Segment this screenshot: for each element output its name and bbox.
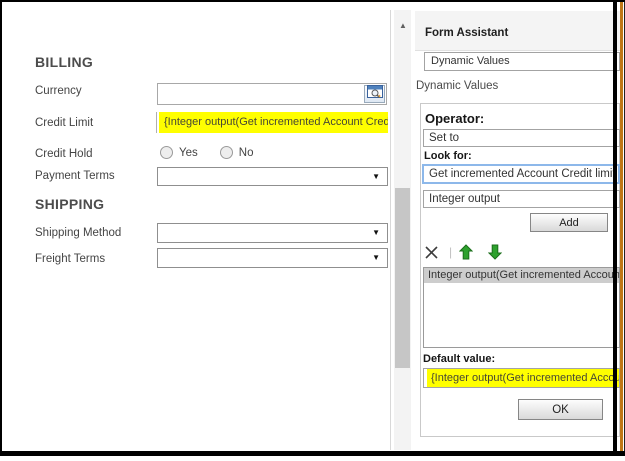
credit-limit-label: Credit Limit	[35, 117, 93, 129]
chevron-down-icon: ▼	[372, 254, 380, 262]
dynamic-values-section-label: Dynamic Values	[416, 80, 498, 92]
dynamic-values-listbox[interactable]: Integer output(Get incremented Account	[423, 267, 620, 348]
lookup-icon	[367, 85, 383, 104]
crm-form-editor-screen: BILLING Currency Credit Limit {Integer o…	[0, 0, 625, 461]
look-for-dropdown[interactable]: Get incremented Account Credit limit	[422, 164, 620, 184]
freight-terms-dropdown[interactable]: ▼	[157, 248, 388, 268]
credit-hold-no-radio[interactable]	[220, 146, 233, 159]
toolbar-divider: |	[449, 245, 452, 259]
billing-section-title: BILLING	[35, 54, 93, 70]
list-toolbar: |	[424, 242, 502, 262]
form-scrollbar-thumb[interactable]	[395, 188, 410, 368]
operator-dropdown[interactable]: Set to	[423, 129, 620, 147]
chevron-down-icon: ▼	[372, 173, 380, 181]
window-border-left	[0, 0, 2, 455]
lookup-button[interactable]	[364, 85, 385, 103]
chevron-down-icon: ▼	[372, 229, 380, 237]
window-border-top	[0, 0, 625, 2]
scrollbar-up-icon[interactable]: ▲	[399, 22, 407, 30]
credit-hold-yes-radio[interactable]	[160, 146, 173, 159]
payment-terms-dropdown[interactable]: ▼	[157, 167, 388, 186]
default-value-field[interactable]: {Integer output(Get incremented Accou	[423, 368, 620, 388]
window-edge-accent	[620, 2, 623, 451]
window-border-right	[613, 2, 617, 451]
shipping-section-title: SHIPPING	[35, 196, 104, 212]
move-down-icon[interactable]	[488, 244, 502, 260]
shipping-method-label: Shipping Method	[35, 227, 121, 239]
delete-icon[interactable]	[424, 245, 439, 260]
look-for-label: Look for:	[424, 150, 472, 162]
form-assistant-title: Form Assistant	[425, 27, 508, 39]
credit-hold-no-label: No	[239, 147, 254, 159]
operator-label: Operator:	[425, 111, 484, 126]
look-for-attribute-dropdown[interactable]: Integer output	[423, 190, 620, 208]
currency-input[interactable]	[157, 83, 387, 105]
assistant-view-selector[interactable]: Dynamic Values	[424, 52, 620, 71]
panel-divider	[390, 10, 391, 450]
default-value-text: {Integer output(Get incremented Accou	[427, 369, 619, 387]
move-up-icon[interactable]	[459, 244, 473, 260]
credit-hold-radio-group: Yes No	[160, 146, 269, 159]
credit-hold-yes-label: Yes	[179, 147, 198, 159]
window-border-bottom	[0, 451, 625, 456]
credit-limit-value: {Integer output(Get incremented Account …	[159, 112, 388, 133]
ok-button[interactable]: OK	[518, 399, 603, 420]
currency-label: Currency	[35, 85, 82, 97]
credit-limit-field[interactable]: {Integer output(Get incremented Account …	[156, 112, 388, 133]
freight-terms-label: Freight Terms	[35, 253, 105, 265]
credit-hold-label: Credit Hold	[35, 148, 93, 160]
default-value-label: Default value:	[423, 353, 495, 365]
add-button[interactable]: Add	[530, 213, 608, 232]
list-item[interactable]: Integer output(Get incremented Account	[424, 268, 619, 283]
payment-terms-label: Payment Terms	[35, 170, 115, 182]
shipping-method-dropdown[interactable]: ▼	[157, 223, 388, 243]
